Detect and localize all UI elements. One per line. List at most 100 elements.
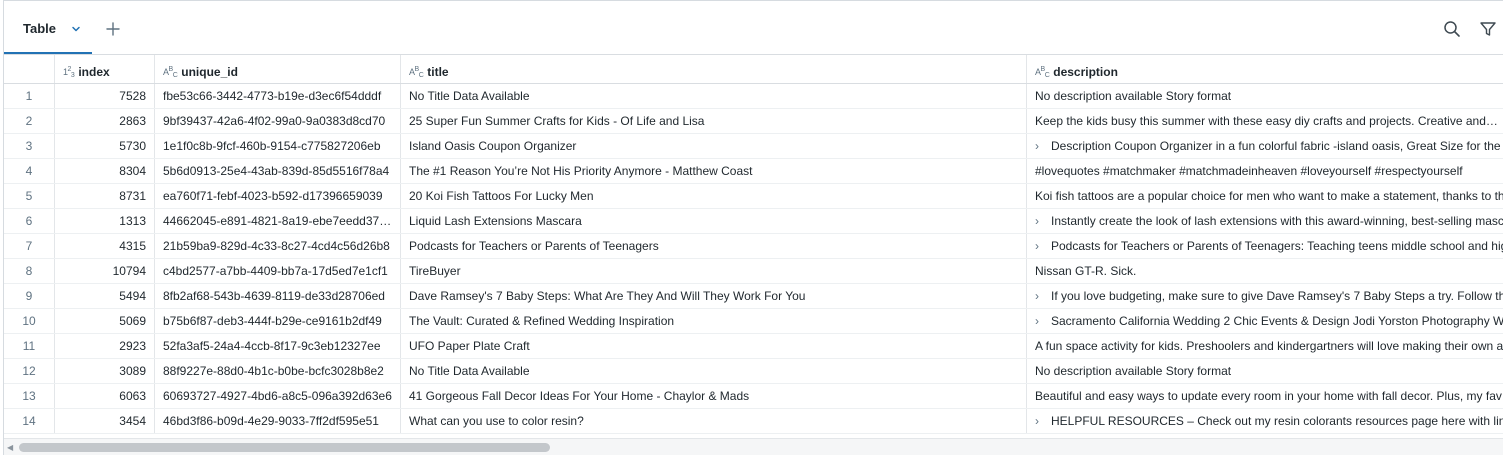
unique-id-cell[interactable]: 52fa3af5-24a4-4ccb-8f17-9c3eb12327ee <box>155 334 401 358</box>
chevron-right-icon[interactable]: › <box>1035 409 1045 433</box>
title-cell[interactable]: 41 Gorgeous Fall Decor Ideas For Your Ho… <box>401 384 1027 408</box>
index-cell[interactable]: 8304 <box>55 159 155 183</box>
chevron-right-icon[interactable]: › <box>1035 284 1045 308</box>
search-icon[interactable] <box>1443 20 1461 38</box>
chevron-down-icon[interactable] <box>70 23 82 35</box>
index-cell[interactable]: 2923 <box>55 334 155 358</box>
unique-id-cell[interactable]: 60693727-4927-4bd6-a8c5-096a392d63e6 <box>155 384 401 408</box>
unique-id-cell[interactable]: 88f9227e-88d0-4b1c-b0be-bcfc3028b8e2 <box>155 359 401 383</box>
table-row[interactable]: 4 8304 5b6d0913-25e4-43ab-839d-85d5516f78a… <box>4 159 1503 184</box>
description-cell[interactable]: A fun space activity for kids. Preshoole… <box>1027 334 1503 358</box>
title-cell[interactable]: Island Oasis Coupon Organizer <box>401 134 1027 158</box>
row-number-cell[interactable]: 9 <box>4 284 55 308</box>
description-cell[interactable]: No description available Story format <box>1027 84 1503 108</box>
row-number-cell[interactable]: 11 <box>4 334 55 358</box>
description-cell[interactable]: No description available Story format <box>1027 359 1503 383</box>
chevron-right-icon[interactable]: › <box>1035 309 1045 333</box>
chevron-right-icon[interactable]: › <box>1035 234 1045 258</box>
unique-id-cell[interactable]: c4bd2577-a7bb-4409-bb7a-17d5ed7e1cf1 <box>155 259 401 283</box>
table-row[interactable]: 3 5730 1e1f0c8b-9fcf-460b-9154-c775827206e… <box>4 134 1503 159</box>
unique-id-cell[interactable]: 44662045-e891-4821-8a19-ebe7eedd37… <box>155 209 401 233</box>
unique-id-cell[interactable]: b75b6f87-deb3-444f-b29e-ce9161b2df49 <box>155 309 401 333</box>
table-row[interactable]: 14 3454 46bd3f86-b09d-4e29-9033-7ff2df595e… <box>4 409 1503 434</box>
unique-id-cell[interactable]: 46bd3f86-b09d-4e29-9033-7ff2df595e51 <box>155 409 401 433</box>
title-cell[interactable]: No Title Data Available <box>401 359 1027 383</box>
title-cell[interactable]: What can you use to color resin? <box>401 409 1027 433</box>
title-cell[interactable]: No Title Data Available <box>401 84 1027 108</box>
unique-id-cell[interactable]: ea760f71-febf-4023-b592-d17396659039 <box>155 184 401 208</box>
title-cell[interactable]: 20 Koi Fish Tattoos For Lucky Men <box>401 184 1027 208</box>
unique-id-cell[interactable]: 5b6d0913-25e4-43ab-839d-85d5516f78a4 <box>155 159 401 183</box>
table-row[interactable]: 9 5494 8fb2af68-543b-4639-8119-de33d28706e… <box>4 284 1503 309</box>
row-number-cell[interactable]: 2 <box>4 109 55 133</box>
description-cell[interactable]: Nissan GT-R. Sick. <box>1027 259 1503 283</box>
row-number-cell[interactable]: 12 <box>4 359 55 383</box>
description-cell[interactable]: › Instantly create the look of lash exten… <box>1027 209 1503 233</box>
title-cell[interactable]: Dave Ramsey's 7 Baby Steps: What Are The… <box>401 284 1027 308</box>
column-header-unique-id[interactable]: ABC unique_id <box>155 55 401 83</box>
table-row[interactable]: 1 7528 fbe53c66-3442-4773-b19e-d3ec6f54ddd… <box>4 84 1503 109</box>
unique-id-cell[interactable]: 8fb2af68-543b-4639-8119-de33d28706ed <box>155 284 401 308</box>
index-cell[interactable]: 3454 <box>55 409 155 433</box>
index-cell[interactable]: 4315 <box>55 234 155 258</box>
row-number-cell[interactable]: 6 <box>4 209 55 233</box>
index-cell[interactable]: 5069 <box>55 309 155 333</box>
index-cell[interactable]: 1313 <box>55 209 155 233</box>
scrollbar-thumb[interactable] <box>19 443 550 452</box>
column-header-index[interactable]: 123 index <box>55 55 155 83</box>
tab-table[interactable]: Table <box>4 1 92 54</box>
table-row[interactable]: 10 5069 b75b6f87-deb3-444f-b29e-ce9161b2df… <box>4 309 1503 334</box>
column-header-title[interactable]: ABC title <box>401 55 1027 83</box>
table-row[interactable]: 5 8731 ea760f71-febf-4023-b592-d1739665903… <box>4 184 1503 209</box>
table-row[interactable]: 13 6063 60693727-4927-4bd6-a8c5-096a392d63… <box>4 384 1503 409</box>
horizontal-scrollbar[interactable]: ◀ <box>4 438 1503 455</box>
unique-id-cell[interactable]: 21b59ba9-829d-4c33-8c27-4cd4c56d26b8 <box>155 234 401 258</box>
index-cell[interactable]: 10794 <box>55 259 155 283</box>
row-number-cell[interactable]: 1 <box>4 84 55 108</box>
row-number-cell[interactable]: 5 <box>4 184 55 208</box>
unique-id-cell[interactable]: fbe53c66-3442-4773-b19e-d3ec6f54dddf <box>155 84 401 108</box>
index-cell[interactable]: 5730 <box>55 134 155 158</box>
table-row[interactable]: 6 1313 44662045-e891-4821-8a19-ebe7eedd37…… <box>4 209 1503 234</box>
description-cell[interactable]: Keep the kids busy this summer with thes… <box>1027 109 1503 133</box>
index-cell[interactable]: 6063 <box>55 384 155 408</box>
description-cell[interactable]: › Description Coupon Organizer in a fun c… <box>1027 134 1503 158</box>
row-number-cell[interactable]: 13 <box>4 384 55 408</box>
unique-id-cell[interactable]: 9bf39437-42a6-4f02-99a0-9a0383d8cd70 <box>155 109 401 133</box>
row-number-cell[interactable]: 8 <box>4 259 55 283</box>
row-number-cell[interactable]: 10 <box>4 309 55 333</box>
filter-icon[interactable] <box>1479 20 1497 38</box>
table-row[interactable]: 2 2863 9bf39437-42a6-4f02-99a0-9a0383d8cd7… <box>4 109 1503 134</box>
table-row[interactable]: 12 3089 88f9227e-88d0-4b1c-b0be-bcfc3028b8… <box>4 359 1503 384</box>
table-row[interactable]: 11 2923 52fa3af5-24a4-4ccb-8f17-9c3eb12327… <box>4 334 1503 359</box>
description-cell[interactable]: › HELPFUL RESOURCES – Check out my resin … <box>1027 409 1503 433</box>
index-cell[interactable]: 2863 <box>55 109 155 133</box>
description-cell[interactable]: › Sacramento California Wedding 2 Chic Ev… <box>1027 309 1503 333</box>
title-cell[interactable]: The Vault: Curated & Refined Wedding Ins… <box>401 309 1027 333</box>
index-cell[interactable]: 7528 <box>55 84 155 108</box>
title-cell[interactable]: Liquid Lash Extensions Mascara <box>401 209 1027 233</box>
description-cell[interactable]: #lovequotes #matchmaker #matchmadeinheav… <box>1027 159 1503 183</box>
index-cell[interactable]: 3089 <box>55 359 155 383</box>
unique-id-cell[interactable]: 1e1f0c8b-9fcf-460b-9154-c775827206eb <box>155 134 401 158</box>
description-cell[interactable]: Beautiful and easy ways to update every … <box>1027 384 1503 408</box>
column-header-description[interactable]: ABC description <box>1027 55 1503 83</box>
title-cell[interactable]: 25 Super Fun Summer Crafts for Kids - Of… <box>401 109 1027 133</box>
row-number-cell[interactable]: 3 <box>4 134 55 158</box>
title-cell[interactable]: TireBuyer <box>401 259 1027 283</box>
index-cell[interactable]: 8731 <box>55 184 155 208</box>
description-cell[interactable]: Koi fish tattoos are a popular choice fo… <box>1027 184 1503 208</box>
description-cell[interactable]: › If you love budgeting, make sure to giv… <box>1027 284 1503 308</box>
title-cell[interactable]: UFO Paper Plate Craft <box>401 334 1027 358</box>
table-row[interactable]: 8 10794 c4bd2577-a7bb-4409-bb7a-17d5ed7e1c… <box>4 259 1503 284</box>
row-number-cell[interactable]: 14 <box>4 409 55 433</box>
table-row[interactable]: 7 4315 21b59ba9-829d-4c33-8c27-4cd4c56d26b… <box>4 234 1503 259</box>
title-cell[interactable]: Podcasts for Teachers or Parents of Teen… <box>401 234 1027 258</box>
chevron-right-icon[interactable]: › <box>1035 134 1045 158</box>
plus-icon[interactable] <box>105 21 121 37</box>
description-cell[interactable]: › Podcasts for Teachers or Parents of Tee… <box>1027 234 1503 258</box>
title-cell[interactable]: The #1 Reason You’re Not His Priority An… <box>401 159 1027 183</box>
chevron-right-icon[interactable]: › <box>1035 209 1045 233</box>
scroll-left-icon[interactable]: ◀ <box>7 443 13 452</box>
row-number-cell[interactable]: 7 <box>4 234 55 258</box>
